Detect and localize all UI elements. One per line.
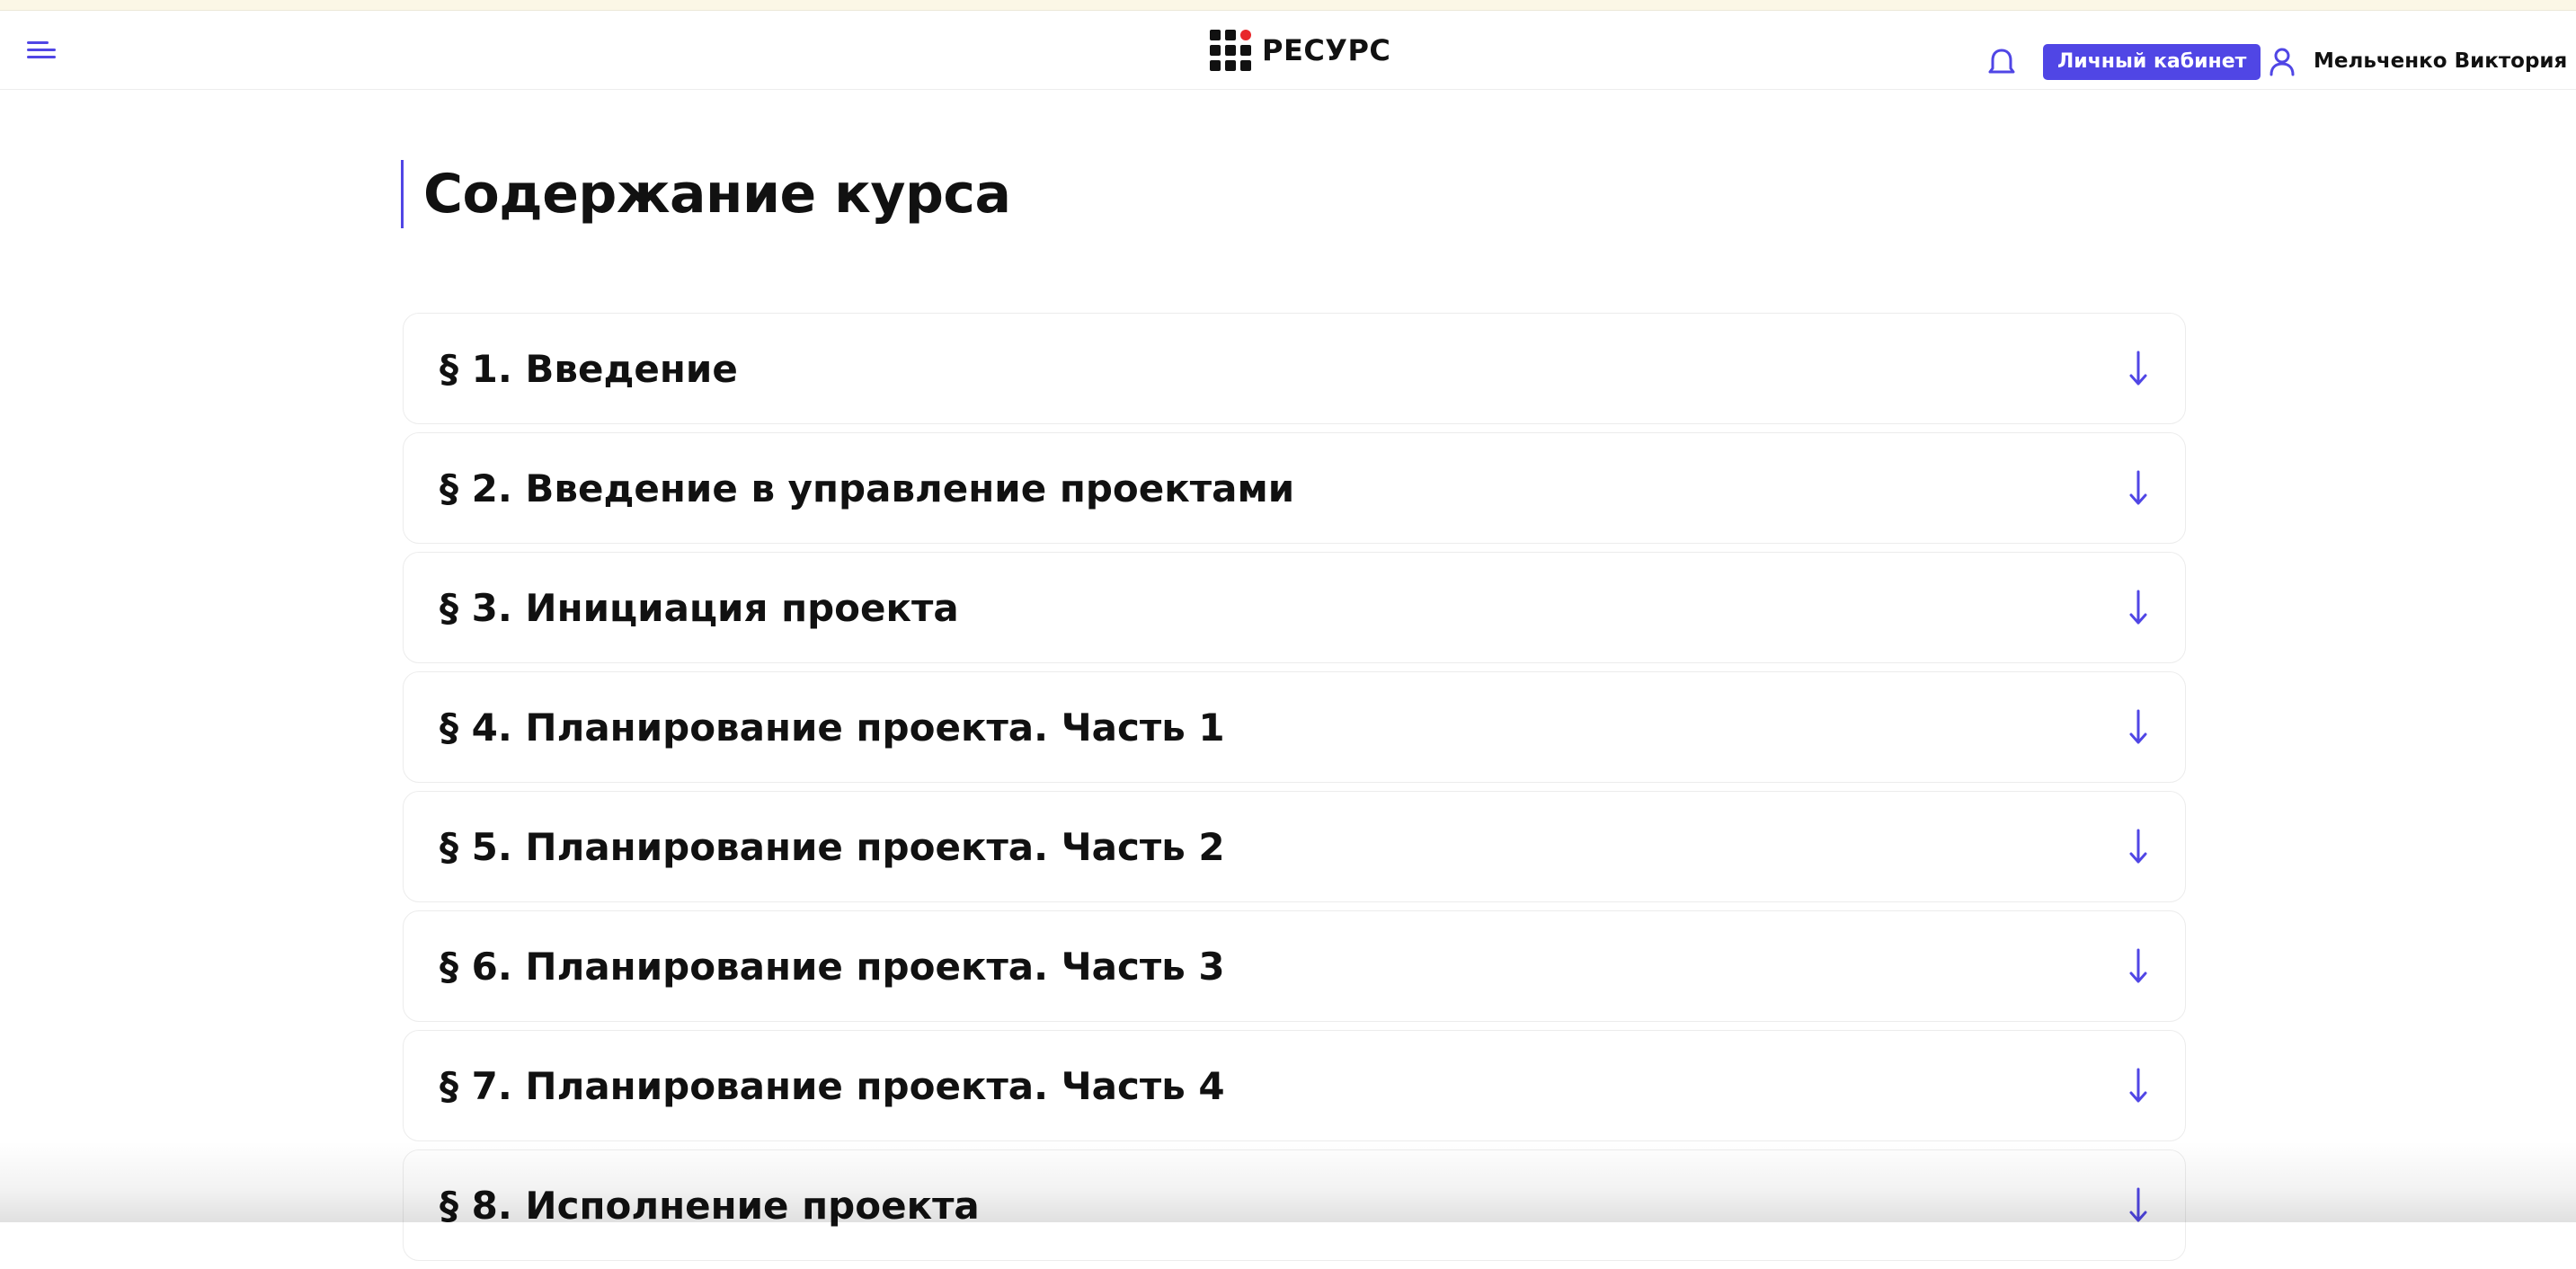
logo-mark bbox=[1210, 30, 1251, 71]
section-title: § 7. Планирование проекта. Часть 4 bbox=[440, 1063, 1225, 1108]
page-title-block: Содержание курса bbox=[401, 160, 1011, 228]
user-menu[interactable]: Мельченко Виктория bbox=[2267, 43, 2576, 79]
site-logo[interactable]: РЕСУРС bbox=[1210, 29, 1390, 72]
section-title: § 8. Исполнение проекта bbox=[440, 1183, 980, 1228]
section-title: § 1. Введение bbox=[440, 346, 738, 391]
arrow-down-icon bbox=[2129, 590, 2147, 625]
section-title: § 4. Планирование проекта. Часть 1 bbox=[440, 705, 1225, 750]
arrow-down-icon bbox=[2129, 829, 2147, 864]
section-title: § 3. Инициация проекта bbox=[440, 585, 959, 630]
section-title: § 5. Планирование проекта. Часть 2 bbox=[440, 824, 1225, 869]
arrow-down-icon bbox=[2129, 948, 2147, 983]
section-title: § 2. Введение в управление проектами bbox=[440, 466, 1295, 510]
user-icon bbox=[2270, 48, 2295, 76]
section-title: § 6. Планирование проекта. Часть 3 bbox=[440, 944, 1225, 989]
course-sections-list: § 1. Введение § 2. Введение в управление… bbox=[403, 313, 2186, 1269]
user-name: Мельченко Виктория bbox=[2314, 49, 2568, 73]
menu-icon bbox=[27, 41, 56, 58]
arrow-down-icon bbox=[2129, 1187, 2147, 1222]
logo-text: РЕСУРС bbox=[1262, 33, 1391, 67]
section-item-6[interactable]: § 6. Планирование проекта. Часть 3 bbox=[403, 910, 2186, 1022]
notifications-button[interactable] bbox=[1986, 47, 2017, 79]
arrow-down-icon bbox=[2129, 470, 2147, 505]
section-item-8[interactable]: § 8. Исполнение проекта bbox=[403, 1149, 2186, 1261]
section-item-1[interactable]: § 1. Введение bbox=[403, 313, 2186, 424]
section-item-5[interactable]: § 5. Планирование проекта. Часть 2 bbox=[403, 791, 2186, 902]
arrow-down-icon bbox=[2129, 351, 2147, 386]
section-item-3[interactable]: § 3. Инициация проекта bbox=[403, 552, 2186, 663]
arrow-down-icon bbox=[2129, 1068, 2147, 1103]
site-header: РЕСУРС Личный кабинет Мельченко Виктория bbox=[0, 11, 2576, 90]
section-item-2[interactable]: § 2. Введение в управление проектами bbox=[403, 432, 2186, 544]
menu-button[interactable] bbox=[25, 38, 61, 63]
page-title: Содержание курса bbox=[423, 163, 1011, 226]
browser-top-strip bbox=[0, 0, 2576, 11]
arrow-down-icon bbox=[2129, 709, 2147, 744]
section-item-4[interactable]: § 4. Планирование проекта. Часть 1 bbox=[403, 671, 2186, 783]
bell-icon bbox=[1988, 49, 2015, 74]
section-item-7[interactable]: § 7. Планирование проекта. Часть 4 bbox=[403, 1030, 2186, 1141]
personal-cabinet-button[interactable]: Личный кабинет bbox=[2043, 44, 2261, 80]
